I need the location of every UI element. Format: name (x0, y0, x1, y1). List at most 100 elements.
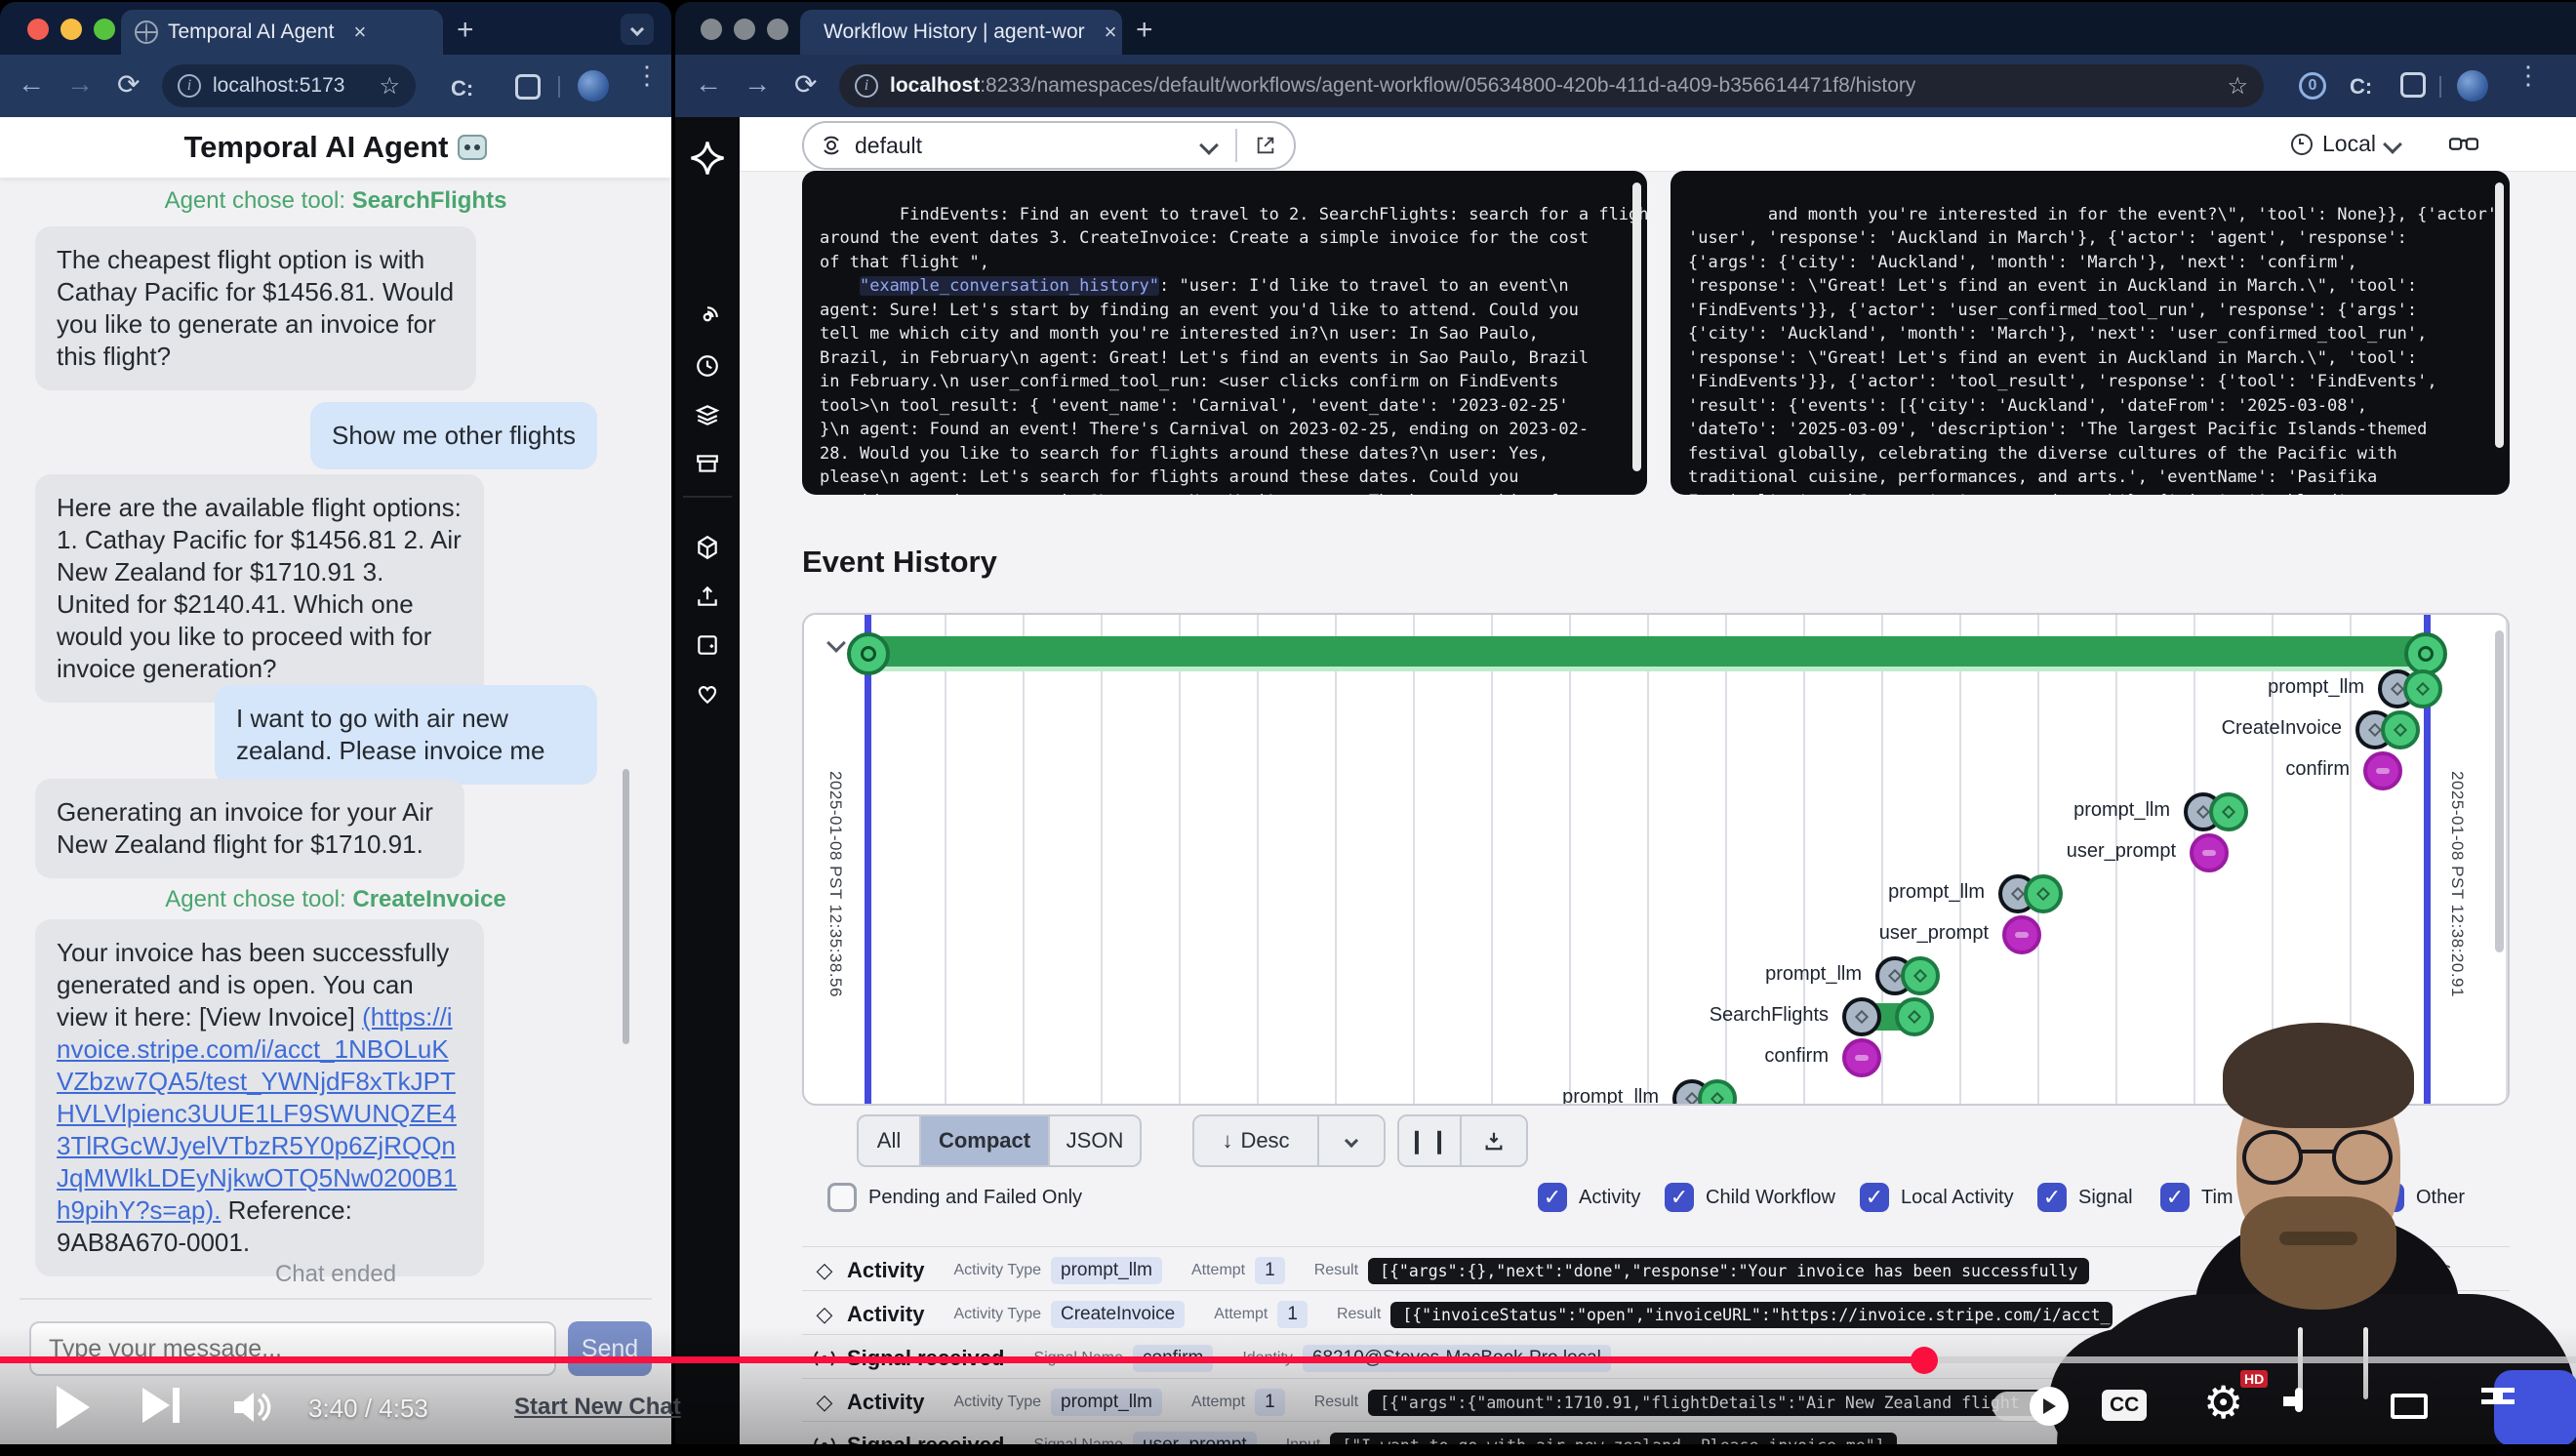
pending-failed-only-checkbox[interactable] (827, 1183, 857, 1212)
tab-search-button[interactable] (621, 14, 654, 45)
miniplayer-button-icon[interactable] (2295, 1388, 2303, 1412)
pause-updates-button[interactable]: ❙❙ (1399, 1116, 1462, 1165)
sidebar-import-icon[interactable] (695, 584, 720, 609)
close-window-button[interactable] (701, 19, 722, 40)
open-external-icon[interactable] (1255, 135, 1276, 156)
sidebar-feedback-heart-icon[interactable] (695, 681, 720, 707)
sidebar-schedules-icon[interactable] (695, 353, 720, 379)
workflow-execution-bar[interactable] (868, 636, 2428, 671)
activity-completed-icon[interactable] (1895, 997, 1934, 1036)
volume-icon[interactable] (230, 1388, 273, 1427)
tab-close-icon[interactable]: × (353, 20, 366, 45)
forward-button[interactable]: → (744, 68, 771, 100)
close-window-button[interactable] (27, 19, 49, 40)
video-progress-handle[interactable] (1911, 1347, 1938, 1374)
workflow-result-code-panel[interactable]: and month you're interested in for the e… (1670, 171, 2510, 495)
activity-completed-icon[interactable] (2381, 710, 2420, 749)
labs-glasses-icon[interactable] (2449, 133, 2478, 156)
reload-button[interactable]: ⟳ (794, 68, 817, 101)
timeline-scrollbar[interactable] (2495, 630, 2504, 952)
agent-message: Here are the available flight options: 1… (35, 474, 484, 703)
filter-child-workflow-checkbox[interactable]: ✓ (1665, 1183, 1694, 1212)
filter-activity-checkbox[interactable]: ✓ (1538, 1183, 1567, 1212)
autoplay-play-icon (2043, 1398, 2056, 1414)
sidebar-stack-icon[interactable] (695, 402, 720, 427)
sort-options-chevron[interactable] (1319, 1116, 1384, 1165)
tab-temporal-ai-agent[interactable]: Temporal AI Agent × (121, 10, 443, 55)
bookmark-star-icon[interactable]: ☆ (2227, 72, 2248, 101)
site-info-icon[interactable]: i (855, 74, 878, 98)
address-bar[interactable]: i localhost:5173 ☆ (162, 64, 416, 107)
sort-desc-button[interactable]: ↓Desc (1194, 1116, 1319, 1165)
chat-ended-status: Chat ended (0, 1261, 671, 1288)
browser-menu-icon[interactable]: ⋮ (634, 70, 640, 80)
minimize-window-button[interactable] (60, 19, 82, 40)
view-all-button[interactable]: All (859, 1116, 921, 1165)
back-button[interactable]: ← (18, 68, 45, 100)
tab-close-icon[interactable]: × (1105, 20, 1117, 45)
bookmark-star-icon[interactable]: ☆ (379, 72, 400, 101)
activity-completed-icon[interactable] (1901, 956, 1940, 995)
zoom-window-button[interactable] (94, 19, 115, 40)
sidebar-workflows-icon[interactable] (695, 304, 720, 330)
zoom-window-button[interactable] (767, 19, 788, 40)
activity-completed-icon[interactable] (2403, 669, 2442, 708)
profile-avatar[interactable] (578, 70, 609, 101)
site-info-icon[interactable]: i (178, 74, 201, 98)
activity-completed-icon[interactable] (2024, 874, 2063, 913)
invoice-link[interactable]: (https://invoice.stripe.com/i/acct_1NBOL… (57, 1002, 457, 1225)
extensions-puzzle-icon[interactable] (515, 74, 541, 100)
view-compact-button[interactable]: Compact (921, 1116, 1050, 1165)
activity-completed-icon[interactable] (1698, 1079, 1737, 1106)
profile-avatar[interactable] (2457, 70, 2488, 101)
theater-mode-icon[interactable] (2391, 1394, 2428, 1419)
signal-event-icon[interactable] (2002, 915, 2041, 954)
code-scrollbar[interactable] (1632, 182, 1641, 471)
signal-event-icon[interactable] (2363, 751, 2402, 790)
copilot-extension-icon[interactable]: C: (2350, 74, 2372, 100)
code-scrollbar[interactable] (2495, 182, 2504, 448)
activity-scheduled-icon[interactable] (1842, 997, 1881, 1036)
player-bottom-gradient (0, 1327, 2576, 1444)
forward-button[interactable]: → (66, 68, 94, 100)
video-progress-played[interactable] (0, 1356, 1924, 1363)
browser-menu-icon[interactable]: ⋮ (2516, 70, 2521, 80)
timezone-selector[interactable]: Local (2291, 131, 2399, 157)
workflow-input-code-panel[interactable]: FindEvents: Find an event to travel to 2… (802, 171, 1647, 495)
signal-event-icon[interactable] (2190, 833, 2229, 872)
result-chip: [{"args":{},"next":"done","response":"Yo… (1368, 1258, 2089, 1284)
browser-toolbar: ← → ⟳ i localhost:8233/namespaces/defaul… (675, 55, 2576, 117)
download-history-button[interactable] (1462, 1116, 1526, 1165)
tab-workflow-history[interactable]: Workflow History | agent-wor × (800, 10, 1122, 55)
sidebar-namespaces-icon[interactable] (695, 535, 720, 560)
new-tab-button[interactable]: + (1136, 14, 1153, 47)
autoplay-toggle[interactable] (1992, 1392, 2067, 1421)
next-video-icon[interactable] (142, 1388, 180, 1423)
settings-gear-icon[interactable]: ⚙ (2203, 1376, 2243, 1429)
play-button-icon[interactable] (57, 1386, 90, 1429)
extensions-puzzle-icon[interactable] (2400, 72, 2426, 98)
tab-title: Temporal AI Agent (168, 20, 334, 44)
reload-button[interactable]: ⟳ (117, 68, 140, 101)
video-progress-remaining[interactable] (1924, 1356, 2576, 1363)
signal-event-icon[interactable] (1842, 1038, 1881, 1077)
address-bar[interactable]: i localhost:8233/namespaces/default/work… (839, 64, 2264, 107)
minimize-window-button[interactable] (734, 19, 755, 40)
start-new-chat-link[interactable]: Start New Chat (514, 1394, 681, 1421)
activity-completed-icon[interactable] (2209, 792, 2248, 831)
blue-action-button[interactable] (2494, 1370, 2576, 1446)
sidebar-docs-icon[interactable] (695, 632, 720, 658)
attempt-chip: 1 (1255, 1257, 1285, 1284)
namespace-selector[interactable]: default (802, 121, 1296, 170)
sidebar-archive-icon[interactable] (695, 451, 720, 476)
toolbar-divider (2439, 76, 2441, 98)
timeline-end-timestamp: 2025-01-08 PST 12:38:20.91 (2447, 771, 2467, 997)
password-manager-icon[interactable]: 0 (2299, 72, 2326, 100)
view-json-button[interactable]: JSON (1050, 1116, 1140, 1165)
captions-button[interactable]: CC (2102, 1390, 2147, 1421)
new-tab-button[interactable]: + (457, 14, 474, 47)
filter-local-activity-checkbox[interactable]: ✓ (1860, 1183, 1889, 1212)
back-button[interactable]: ← (695, 68, 722, 100)
chat-scrollbar[interactable] (623, 769, 629, 1044)
copilot-extension-icon[interactable]: C: (451, 76, 473, 101)
